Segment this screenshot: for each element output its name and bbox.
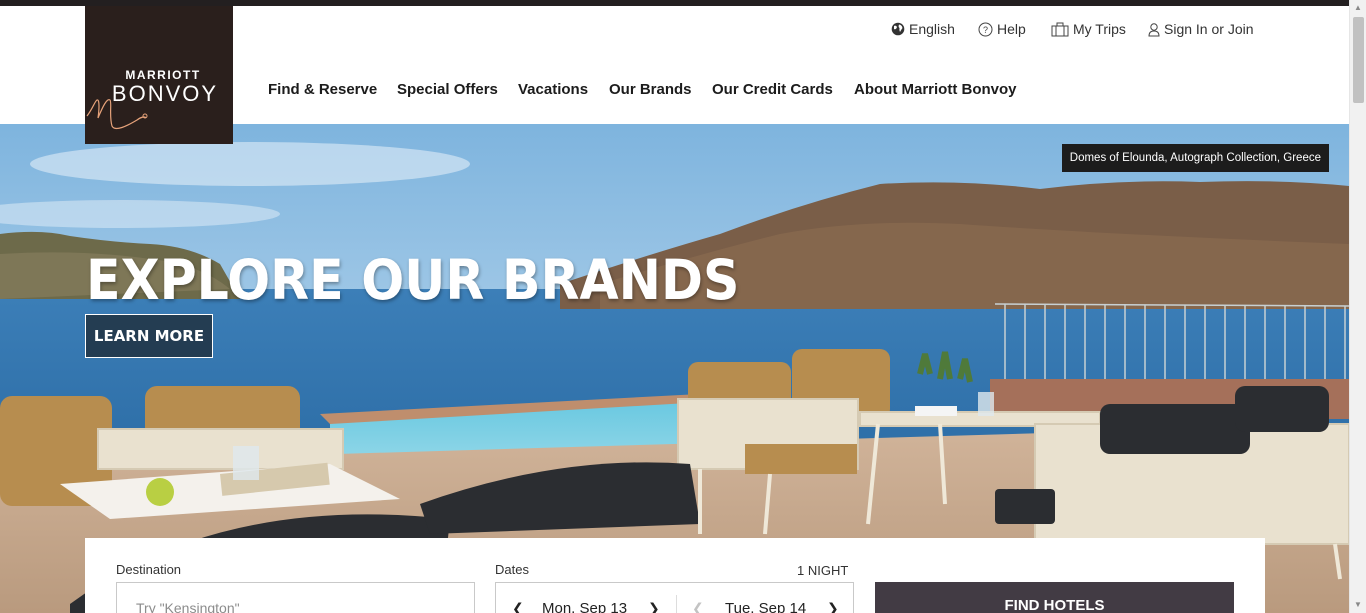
- learn-more-button[interactable]: LEARN MORE: [85, 314, 213, 358]
- help-link[interactable]: ? Help: [978, 21, 1026, 37]
- nav-our-brands[interactable]: Our Brands: [609, 81, 692, 98]
- page-scrollbar[interactable]: ▲ ▼: [1349, 0, 1366, 613]
- nav-about-bonvoy[interactable]: About Marriott Bonvoy: [854, 81, 1017, 98]
- checkin-next-chevron-icon[interactable]: ❯: [648, 600, 660, 613]
- page: MARRIOTT BONVOY English ? Help My Trips …: [0, 0, 1366, 613]
- hero-headline: EXPLORE OUR BRANDS: [86, 248, 740, 312]
- user-icon: [1148, 22, 1160, 36]
- hotel-search-form: Destination Try "Kensington" Dates 1 NIG…: [85, 538, 1265, 613]
- scrollbar-thumb[interactable]: [1353, 17, 1364, 103]
- nav-special-offers[interactable]: Special Offers: [397, 81, 498, 98]
- logo-marriott-text: MARRIOTT: [125, 68, 201, 82]
- hero-photo-caption: Domes of Elounda, Autograph Collection, …: [1061, 144, 1329, 172]
- destination-input[interactable]: Try "Kensington": [116, 582, 475, 613]
- help-circle-icon: ?: [978, 22, 993, 36]
- svg-text:?: ?: [983, 25, 988, 35]
- logo-swoosh-icon: [86, 99, 148, 130]
- nav-credit-cards[interactable]: Our Credit Cards: [712, 81, 833, 98]
- site-header: MARRIOTT BONVOY English ? Help My Trips …: [0, 6, 1349, 144]
- globe-icon: [891, 22, 905, 36]
- language-label: English: [909, 21, 955, 37]
- help-label: Help: [997, 21, 1026, 37]
- date-divider: [676, 595, 677, 613]
- sign-in-label: Sign In or Join: [1164, 21, 1254, 37]
- destination-placeholder: Try "Kensington": [136, 600, 240, 613]
- suitcase-icon: [1051, 22, 1069, 36]
- scroll-up-arrow-icon[interactable]: ▲: [1350, 0, 1366, 16]
- my-trips-link[interactable]: My Trips: [1051, 21, 1126, 37]
- checkout-date[interactable]: Tue, Sep 14: [725, 600, 806, 613]
- destination-label: Destination: [116, 562, 182, 577]
- nights-count: 1 NIGHT: [797, 563, 849, 578]
- scroll-down-arrow-icon[interactable]: ▼: [1350, 597, 1366, 613]
- dates-picker[interactable]: ❮ Mon, Sep 13 ❯ ❮ Tue, Sep 14 ❯: [495, 582, 854, 613]
- nav-find-reserve[interactable]: Find & Reserve: [268, 81, 377, 98]
- my-trips-label: My Trips: [1073, 21, 1126, 37]
- checkout-prev-chevron-icon[interactable]: ❮: [692, 600, 704, 613]
- dates-label: Dates: [495, 562, 529, 577]
- checkin-date[interactable]: Mon, Sep 13: [542, 600, 627, 613]
- nav-vacations[interactable]: Vacations: [518, 81, 588, 98]
- language-link[interactable]: English: [891, 21, 955, 37]
- sign-in-link[interactable]: Sign In or Join: [1148, 21, 1254, 37]
- find-hotels-button[interactable]: FIND HOTELS: [875, 582, 1234, 613]
- checkout-next-chevron-icon[interactable]: ❯: [827, 600, 839, 613]
- marriott-bonvoy-logo[interactable]: MARRIOTT BONVOY: [85, 6, 233, 144]
- checkin-prev-chevron-icon[interactable]: ❮: [512, 600, 524, 613]
